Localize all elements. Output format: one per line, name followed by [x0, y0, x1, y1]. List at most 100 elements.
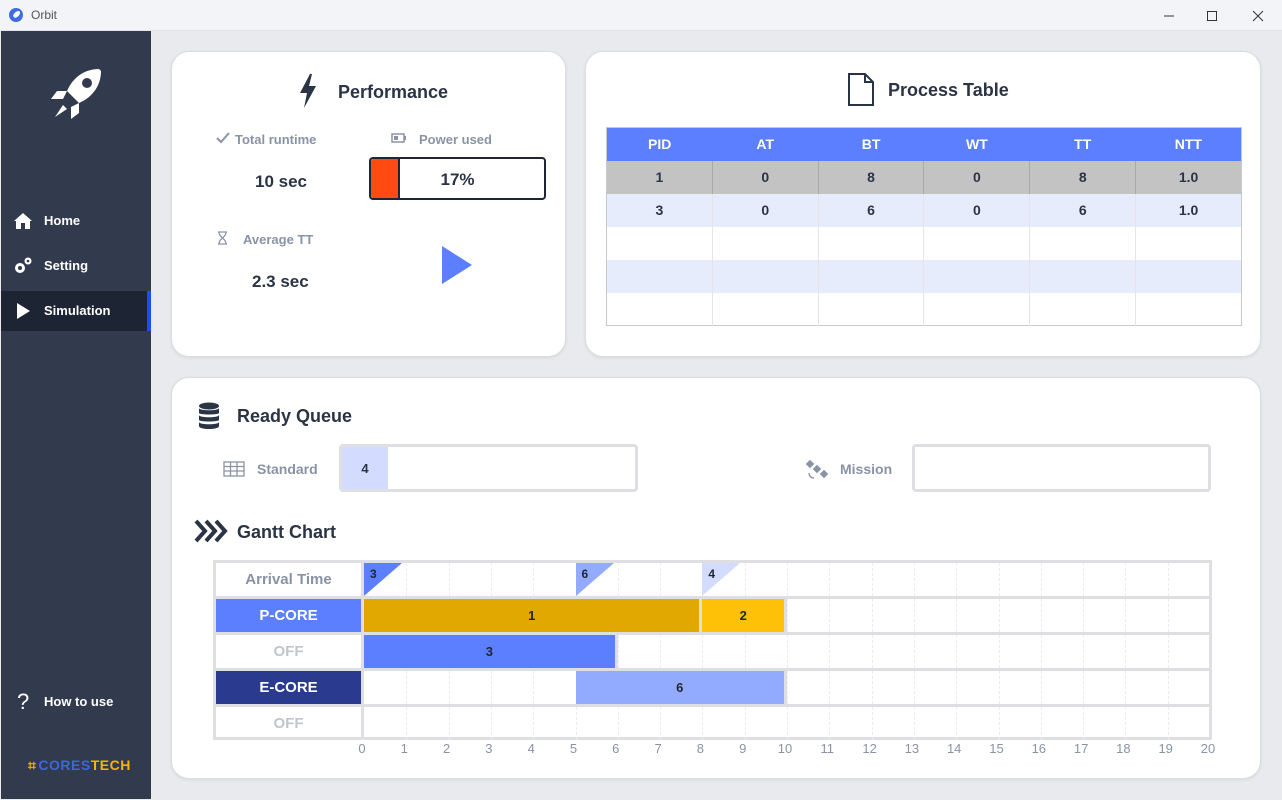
table-cell: 6: [1029, 193, 1136, 227]
hourglass-icon: [218, 231, 227, 245]
table-row[interactable]: [606, 259, 1242, 293]
gridline: [871, 599, 873, 632]
arrival-marker: 4: [702, 563, 741, 596]
gridline: [1083, 707, 1085, 740]
table-cell: [711, 292, 819, 326]
axis-tick: 9: [739, 741, 747, 756]
gridline: [913, 599, 915, 632]
column-header: TT: [1029, 127, 1136, 161]
process-table-card: Process Table PID AT BT WT TT NTT 1 0 8 …: [585, 51, 1261, 357]
gridline: [617, 707, 619, 740]
sidebar-item-simulation[interactable]: Simulation: [1, 291, 151, 331]
axis-tick: 5: [569, 741, 578, 756]
gridline: [406, 707, 408, 740]
gridline: [660, 635, 662, 668]
axis-tick: 13: [904, 741, 920, 756]
gantt-chart-title: Gantt Chart: [237, 522, 336, 542]
sidebar-item-home[interactable]: Home: [1, 201, 151, 241]
gridline: [998, 599, 1000, 632]
minimize-button[interactable]: [1146, 0, 1192, 31]
gantt-row-p-core: P-CORE 12: [216, 599, 1209, 635]
play-icon: [17, 303, 30, 319]
brand-part1: CORES: [38, 757, 91, 773]
table-cell: [1029, 292, 1136, 326]
mission-label: Mission: [840, 461, 893, 477]
column-header: NTT: [1135, 127, 1242, 161]
table-row[interactable]: [607, 226, 1242, 260]
maximize-button[interactable]: [1189, 0, 1235, 31]
axis-tick: 1: [400, 741, 408, 756]
row-label-e-core: E-CORE: [216, 671, 364, 704]
axis-tick: 0: [358, 741, 366, 756]
table-cell: [607, 293, 713, 326]
gridline: [702, 635, 704, 668]
table-cell: 1.0: [1135, 160, 1242, 194]
gridline: [913, 563, 915, 596]
table-cell: 1: [606, 160, 713, 194]
gridline: [787, 599, 788, 632]
gridline: [1083, 635, 1085, 668]
gears-icon: [15, 257, 32, 273]
axis-tick: 6: [612, 741, 620, 756]
gridline: [998, 671, 1000, 704]
gridline: [406, 671, 408, 704]
gridline: [533, 707, 535, 740]
table-cell: [1135, 226, 1242, 260]
gridline: [617, 563, 619, 596]
gridline: [787, 635, 788, 668]
gridline: [871, 707, 873, 740]
chevrons-right-icon: [194, 519, 228, 543]
arrival-pid: 4: [708, 567, 716, 581]
gridline: [998, 563, 1000, 596]
rocket-icon: [9, 8, 23, 22]
gridline: [448, 563, 450, 596]
gridline: [448, 707, 450, 740]
power-used-label: Power used: [419, 132, 492, 147]
gridline: [1125, 599, 1127, 632]
axis-tick: 3: [485, 741, 493, 756]
gridline: [1125, 671, 1127, 704]
gridline: [871, 635, 873, 668]
home-icon: [14, 213, 32, 229]
gridline: [1040, 707, 1042, 740]
gridline: [1167, 707, 1169, 740]
gridline: [956, 599, 958, 632]
table-row[interactable]: 3 0 6 0 6 1.0: [606, 193, 1242, 227]
close-button[interactable]: [1235, 0, 1281, 31]
gridline: [787, 671, 788, 704]
window-title: Orbit: [31, 8, 58, 22]
sidebar-item-setting[interactable]: Setting: [1, 246, 151, 286]
table-grid-icon: [223, 461, 245, 477]
table-cell: [923, 226, 1030, 260]
how-to-use-button[interactable]: ? How to use: [1, 681, 151, 721]
axis-tick: 10: [777, 741, 793, 756]
axis-tick: 8: [696, 741, 704, 756]
title-bar: Orbit: [0, 0, 1282, 31]
gridline: [913, 707, 915, 740]
table-cell: [1029, 226, 1136, 260]
axis-tick: 16: [1031, 741, 1047, 756]
row-label-off: OFF: [216, 707, 364, 740]
gridline: [787, 563, 788, 596]
sidebar-item-label: Simulation: [44, 303, 111, 318]
gridline: [829, 563, 831, 596]
gantt-bar: 1: [364, 599, 703, 632]
gridline: [1125, 563, 1127, 596]
table-row[interactable]: 1 0 8 0 8 1.0: [606, 160, 1242, 194]
axis-tick: 15: [989, 741, 1004, 756]
gantt-bar: 6: [575, 671, 787, 704]
column-header: AT: [712, 127, 819, 161]
table-row[interactable]: [607, 292, 1242, 326]
gridline: [702, 707, 704, 740]
battery-icon: [391, 133, 406, 143]
ready-queue-title: Ready Queue: [237, 406, 353, 426]
close-icon: [1252, 10, 1264, 21]
gridline: [490, 671, 492, 704]
gridline: [1040, 635, 1042, 668]
sidebar-item-label: Home: [44, 213, 81, 228]
gantt-chart: Arrival Time 364 P-CORE 12 OFF 3 E-CORE …: [213, 560, 1212, 740]
gridline: [617, 635, 619, 668]
column-header: BT: [818, 127, 924, 161]
play-button[interactable]: [441, 245, 473, 285]
gridline: [1167, 563, 1169, 596]
